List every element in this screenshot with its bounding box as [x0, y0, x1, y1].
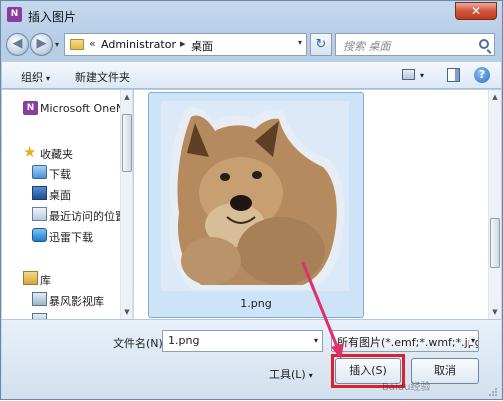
- chevron-down-icon[interactable]: ▾: [314, 336, 318, 345]
- file-type-value: 所有图片(*.emf;*.wmf;*.jpg;*.jp: [337, 336, 478, 349]
- view-options-dropdown[interactable]: ▾: [420, 71, 424, 80]
- tools-menu[interactable]: 工具(L) ▾: [269, 366, 313, 382]
- onenote-icon: N: [23, 101, 38, 115]
- preview-pane-icon[interactable]: [447, 68, 460, 82]
- navigation-row: ◀ ▶ ▾ « Administrator ▸ 桌面 ▾ ↻ 搜索 桌面: [1, 29, 502, 59]
- breadcrumb-overflow[interactable]: «: [89, 37, 96, 50]
- watermark-text: Baidu经验: [382, 382, 431, 393]
- scroll-up-icon[interactable]: ▲: [121, 90, 132, 104]
- back-button[interactable]: ◀: [6, 33, 29, 56]
- recent-places-icon: [32, 207, 47, 221]
- search-box[interactable]: 搜索 桌面: [335, 33, 495, 56]
- file-name-value: 1.png: [168, 334, 200, 347]
- file-list: 1.png: [134, 90, 489, 319]
- new-folder-button[interactable]: 新建文件夹: [75, 69, 130, 85]
- navigation-pane: N Microsoft OneNo ★ 收藏夹 下载 桌面 最近访问的位置 迅雷…: [2, 90, 133, 319]
- breadcrumb-administrator[interactable]: Administrator: [101, 38, 176, 51]
- chevron-down-icon[interactable]: ▾: [468, 336, 475, 345]
- sidebar-item-label: 桌面: [49, 189, 71, 202]
- resize-grip-icon[interactable]: [488, 387, 498, 397]
- chevron-down-icon: ▾: [46, 74, 51, 83]
- scroll-up-icon[interactable]: ▲: [489, 90, 501, 104]
- sidebar-item-label: 迅雷下载: [49, 231, 93, 244]
- breadcrumb-desktop[interactable]: 桌面: [191, 38, 213, 54]
- tools-label: 工具(L): [269, 368, 306, 381]
- help-icon[interactable]: ?: [474, 67, 490, 83]
- file-name-field-label: 文件名(N):: [113, 337, 167, 350]
- library-icon: [23, 271, 38, 285]
- file-item-selected[interactable]: 1.png: [148, 92, 364, 318]
- breadcrumb-separator[interactable]: ▸: [180, 37, 186, 50]
- organize-label: 组织: [21, 71, 43, 84]
- scroll-down-icon[interactable]: ▼: [489, 305, 501, 319]
- sidebar-item-label: 下载: [49, 168, 71, 181]
- dialog-window: N 插入图片 ✕ ◀ ▶ ▾ « Administrator ▸ 桌面 ▾ ↻ …: [0, 0, 503, 400]
- recent-pages-dropdown[interactable]: ▾: [55, 40, 59, 49]
- scrollbar-thumb[interactable]: [122, 114, 132, 172]
- file-name-field[interactable]: 1.png ▾: [162, 330, 323, 352]
- star-icon: ★: [23, 143, 37, 161]
- scrollbar-thumb[interactable]: [490, 218, 500, 268]
- onenote-app-icon: N: [7, 7, 22, 22]
- video-library-icon: [32, 292, 47, 306]
- file-type-select[interactable]: 所有图片(*.emf;*.wmf;*.jpg;*.jp ▾: [331, 330, 479, 352]
- search-icon[interactable]: [479, 39, 489, 49]
- sidebar-item-label: Microsoft OneNo: [40, 102, 131, 115]
- refresh-button[interactable]: ↻: [310, 33, 332, 56]
- xunlei-icon: [32, 228, 47, 242]
- address-bar[interactable]: « Administrator ▸ 桌面 ▾: [64, 33, 307, 56]
- chevron-down-icon: ▾: [308, 371, 313, 380]
- sidebar-item-label: 库: [40, 274, 51, 287]
- dog-image-thumbnail: [161, 101, 349, 291]
- folder-icon: [70, 39, 84, 50]
- forward-button[interactable]: ▶: [30, 33, 53, 56]
- search-placeholder: 搜索 桌面: [343, 40, 391, 53]
- change-view-icon[interactable]: [402, 69, 415, 80]
- address-dropdown-icon[interactable]: ▾: [298, 38, 302, 47]
- sidebar-scrollbar[interactable]: ▲ ▼: [120, 90, 132, 319]
- title-bar: N 插入图片 ✕: [1, 1, 502, 29]
- organize-menu[interactable]: 组织 ▾: [21, 69, 50, 85]
- window-title: 插入图片: [28, 10, 77, 24]
- download-icon: [32, 165, 47, 179]
- scroll-down-icon[interactable]: ▼: [121, 305, 132, 319]
- dialog-footer: 文件名(N): 1.png ▾ 所有图片(*.emf;*.wmf;*.jpg;*…: [2, 319, 501, 399]
- sidebar-item-label: 收藏夹: [40, 148, 73, 161]
- dog-thumbnail-picture: [169, 107, 345, 289]
- desktop-icon: [32, 186, 47, 200]
- file-name-label: 1.png: [240, 297, 272, 310]
- close-button[interactable]: ✕: [455, 2, 497, 20]
- sidebar-item-label: 暴风影视库: [49, 295, 104, 308]
- toolbar: 组织 ▾ 新建文件夹 ▾ ?: [2, 61, 501, 89]
- sidebar-item-label: 最近访问的位置: [49, 210, 126, 223]
- content-scrollbar[interactable]: ▲ ▼: [488, 90, 501, 319]
